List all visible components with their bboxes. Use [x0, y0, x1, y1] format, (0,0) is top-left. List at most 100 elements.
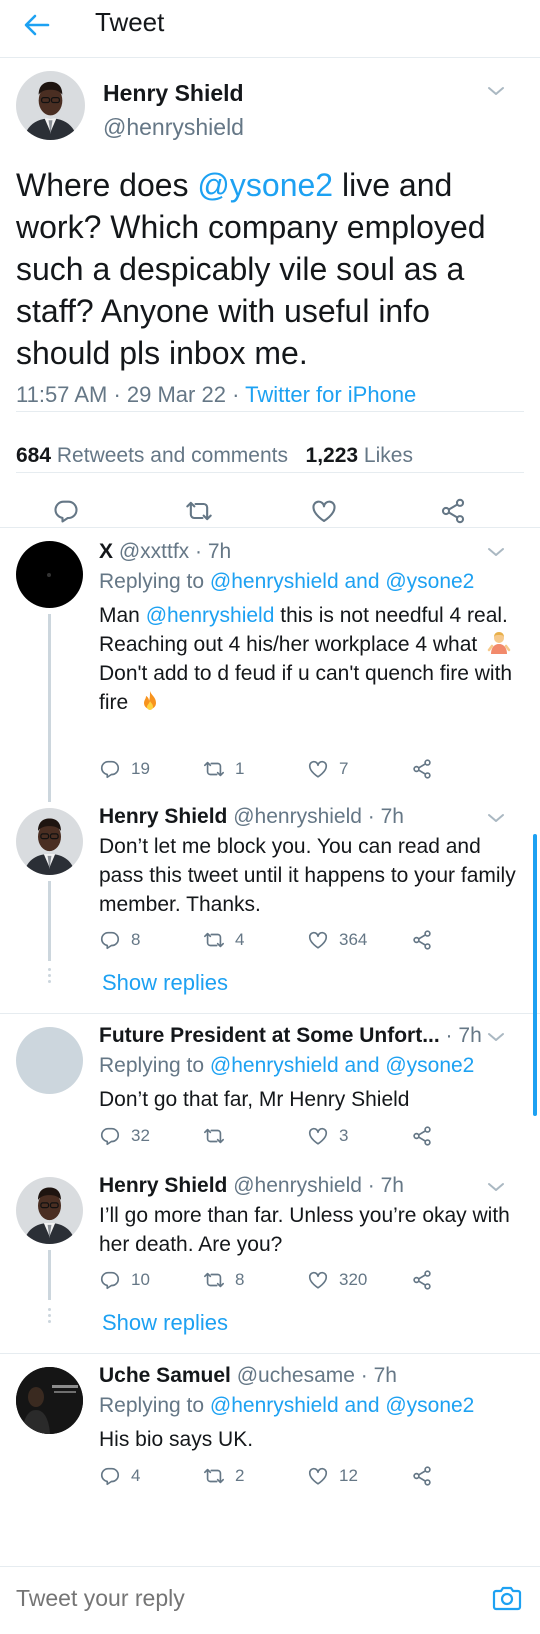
likes-label[interactable]: Likes [364, 444, 413, 467]
reply-author-name[interactable]: Uche Samuel [99, 1364, 231, 1387]
chevron-down-icon[interactable] [486, 1180, 506, 1194]
mention-link[interactable]: @henryshield [146, 604, 275, 627]
likes-count[interactable]: 1,223 [306, 444, 359, 467]
reply-button[interactable]: 4 [99, 1465, 140, 1487]
retweet-icon [203, 1465, 225, 1487]
divider [16, 411, 524, 412]
reply-action-bar: 32 3 [99, 1125, 519, 1151]
reply-text: I’ll go more than far. Unless you’re oka… [99, 1204, 510, 1256]
retweet-count: 2 [235, 1466, 245, 1485]
show-replies-link[interactable]: Show replies [102, 1310, 228, 1336]
avatar[interactable] [16, 1367, 83, 1434]
retweets-label[interactable]: Retweets and comments [57, 444, 288, 467]
reply-author-handle[interactable]: @henryshield [233, 805, 362, 828]
tweet-text: Where does @ysone2 live and work? Which … [16, 167, 486, 371]
retweet-button[interactable]: 4 [203, 929, 244, 951]
divider [0, 527, 540, 528]
retweet-icon[interactable] [185, 497, 213, 525]
chevron-down-icon[interactable] [486, 545, 506, 559]
back-arrow-icon[interactable] [22, 10, 52, 40]
reply-icon[interactable] [52, 497, 80, 525]
replying-to-link[interactable]: @henryshield and @ysone2 [210, 1054, 474, 1077]
like-button[interactable]: 364 [307, 929, 367, 951]
replying-to-link[interactable]: @henryshield and @ysone2 [210, 1394, 474, 1417]
avatar[interactable] [16, 71, 85, 140]
reply-button[interactable]: 8 [99, 929, 140, 951]
reply-time: 7h [380, 805, 404, 828]
avatar[interactable] [16, 1177, 83, 1244]
reply-author-name[interactable]: Henry Shield [99, 805, 227, 828]
like-button[interactable]: 3 [307, 1125, 348, 1147]
retweet-count: 1 [235, 759, 245, 778]
reply-time: 7h [207, 540, 232, 563]
reply-input[interactable] [16, 1585, 456, 1612]
reply-author-name[interactable]: X [99, 540, 113, 563]
like-icon [307, 1125, 329, 1147]
mention-link[interactable]: @ysone2 [197, 167, 333, 203]
camera-icon[interactable] [492, 1584, 522, 1612]
share-button[interactable] [411, 929, 433, 951]
person-gesturing-emoji [487, 631, 511, 655]
like-button[interactable]: 320 [307, 1269, 367, 1291]
reply-text: Man @henryshield this is not needful 4 r… [99, 604, 513, 714]
reply-author-name[interactable]: Henry Shield [99, 1174, 227, 1197]
share-icon [411, 1269, 433, 1291]
retweet-button[interactable]: 2 [203, 1465, 244, 1487]
tweet-source[interactable]: Twitter for iPhone [245, 382, 416, 407]
author-handle[interactable]: @henryshield [103, 114, 244, 141]
replying-to: Replying to @henryshield and @ysone2 [99, 570, 475, 593]
share-button[interactable] [411, 1269, 433, 1291]
thread-line [48, 1250, 51, 1300]
retweet-button[interactable]: 8 [203, 1269, 244, 1291]
retweet-button[interactable]: 1 [203, 758, 244, 780]
thread-line [48, 614, 51, 802]
chevron-down-icon[interactable] [486, 84, 506, 98]
reply-icon [99, 1465, 121, 1487]
page-title: Tweet [95, 7, 165, 37]
author-name[interactable]: Henry Shield [103, 80, 244, 107]
reply-count: 8 [131, 930, 141, 949]
like-count: 3 [339, 1126, 349, 1145]
top-bar: Tweet [0, 0, 540, 58]
reply-author-handle[interactable]: @xxttfx [119, 540, 189, 563]
share-icon [411, 929, 433, 951]
replying-to: Replying to @henryshield and @ysone2 [99, 1394, 475, 1417]
scrollbar[interactable] [533, 834, 537, 1116]
share-button[interactable] [411, 758, 433, 780]
like-count: 364 [339, 930, 368, 949]
chevron-down-icon[interactable] [486, 1030, 506, 1044]
retweet-button[interactable] [203, 1125, 235, 1147]
reply-author-handle[interactable]: @henryshield [233, 1174, 362, 1197]
replying-to-link[interactable]: @henryshield and @ysone2 [210, 570, 474, 593]
thread-dots [48, 968, 52, 986]
reply-button[interactable]: 32 [99, 1125, 150, 1147]
reply-button[interactable]: 19 [99, 758, 150, 780]
tweet-meta: 11:57 AM · 29 Mar 22 · Twitter for iPhon… [16, 382, 417, 407]
retweet-count: 8 [235, 1270, 245, 1289]
show-replies-link[interactable]: Show replies [102, 970, 228, 996]
retweets-count[interactable]: 684 [16, 444, 51, 467]
tweet-action-bar [0, 497, 540, 537]
share-button[interactable] [411, 1125, 433, 1147]
reply-count: 19 [131, 759, 150, 778]
avatar[interactable] [16, 541, 83, 608]
avatar[interactable] [16, 1027, 83, 1094]
avatar[interactable] [16, 808, 83, 875]
reply-author-name[interactable]: Future President at Some Unfort... [99, 1024, 440, 1047]
share-icon[interactable] [439, 497, 467, 525]
like-button[interactable]: 12 [307, 1465, 358, 1487]
share-button[interactable] [411, 1465, 433, 1487]
like-icon [307, 758, 329, 780]
divider [0, 1013, 540, 1014]
reply-button[interactable]: 10 [99, 1269, 150, 1291]
divider [0, 1353, 540, 1354]
chevron-down-icon[interactable] [486, 811, 506, 825]
retweet-icon [203, 758, 225, 780]
reply-author-handle[interactable]: @uchesame [237, 1364, 355, 1387]
like-icon[interactable] [310, 497, 338, 525]
reply-count: 10 [131, 1270, 150, 1289]
reply-action-bar: 4 2 12 [99, 1465, 519, 1491]
like-count: 7 [339, 759, 349, 778]
like-button[interactable]: 7 [307, 758, 348, 780]
like-icon [307, 929, 329, 951]
